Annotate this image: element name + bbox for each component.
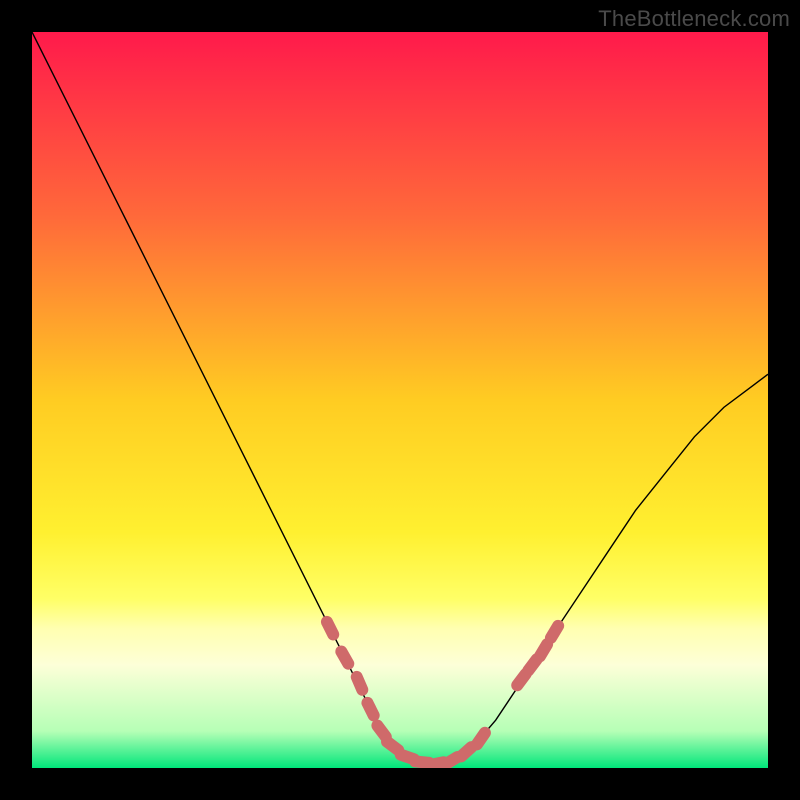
- marker-dot: [517, 674, 525, 685]
- marker-dot: [540, 644, 547, 656]
- marker-dot: [357, 677, 363, 690]
- marker-dot: [367, 703, 373, 716]
- watermark-text: TheBottleneck.com: [598, 6, 790, 32]
- marker-dot: [461, 747, 471, 756]
- marker-dot: [327, 622, 333, 635]
- marker-dot: [341, 652, 348, 664]
- marker-dot: [528, 659, 536, 670]
- plot-area: [32, 32, 768, 768]
- chart-frame: TheBottleneck.com: [0, 0, 800, 800]
- chart-canvas: [32, 32, 768, 768]
- gradient-background: [32, 32, 768, 768]
- marker-dot: [477, 733, 485, 745]
- marker-dot: [377, 726, 385, 737]
- marker-dot: [387, 742, 398, 750]
- marker-dot: [551, 626, 558, 638]
